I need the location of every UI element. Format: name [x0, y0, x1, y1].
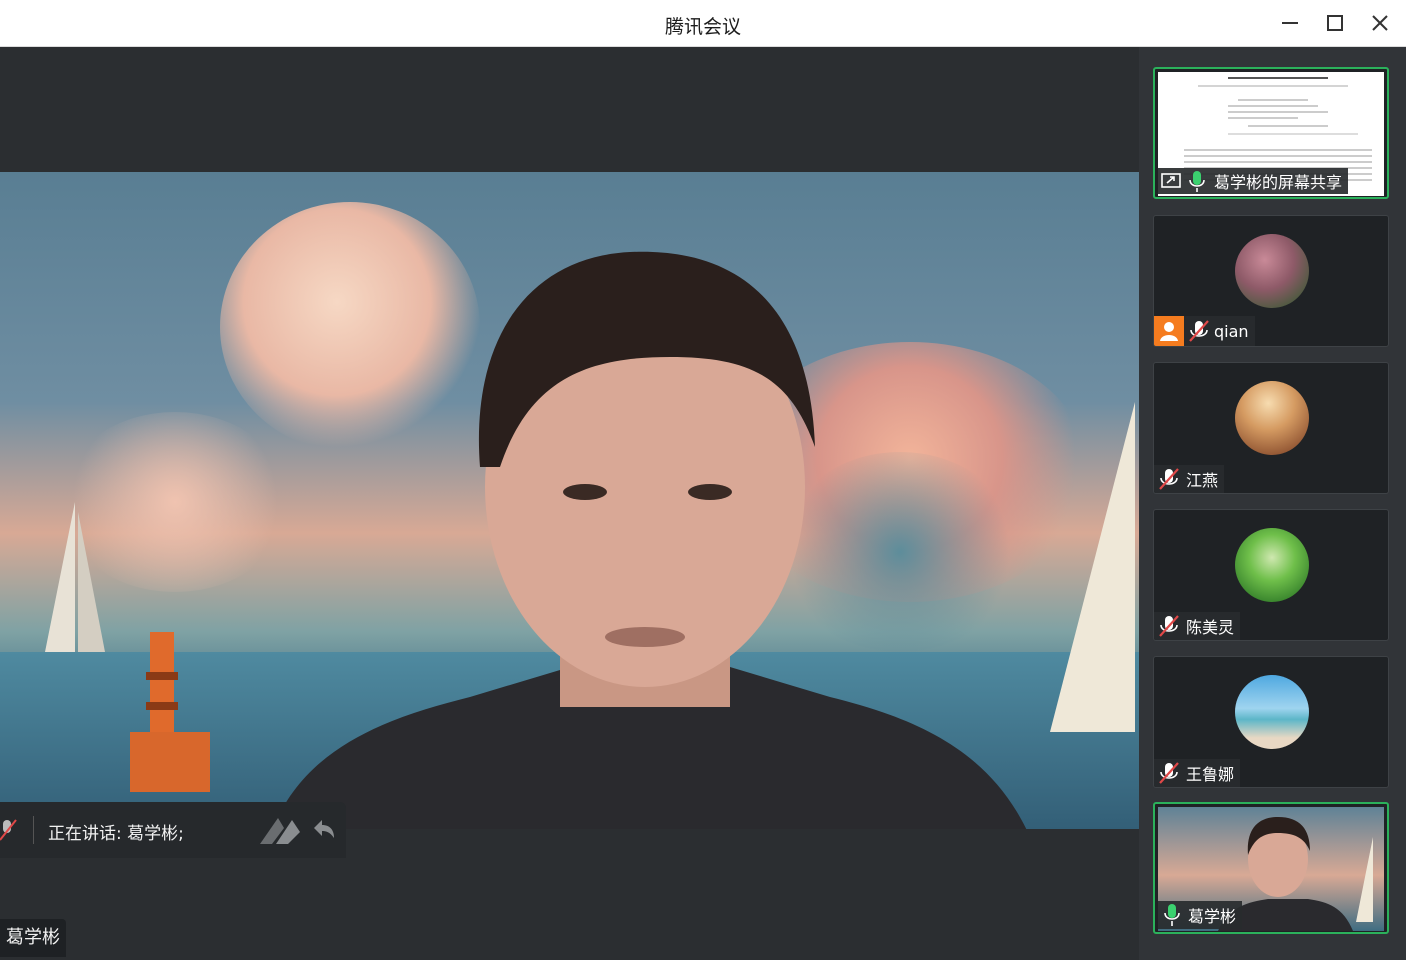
participant-name: 江燕	[1186, 471, 1219, 490]
participant-name: 王鲁娜	[1186, 765, 1235, 784]
avatar	[1235, 675, 1309, 749]
participant-tile-qian[interactable]: qian	[1153, 215, 1389, 347]
participant-label: 葛学彬	[1158, 901, 1243, 929]
host-badge-icon	[1154, 316, 1184, 346]
mic-off-icon[interactable]	[0, 818, 20, 842]
close-button[interactable]	[1363, 8, 1397, 38]
avatar	[1235, 234, 1309, 308]
presenter-name-badge: 葛学彬	[0, 919, 66, 957]
participant-tile-wangluna[interactable]: 王鲁娜	[1153, 656, 1389, 788]
sailboat-decoration	[1050, 402, 1135, 732]
participant-label: 江燕	[1154, 465, 1225, 493]
divider	[33, 816, 34, 844]
participant-list: 葛学彬的屏幕共享 qian 江燕 陈美灵 王鲁娜 葛学彬	[1139, 47, 1406, 960]
title-bar: 腾讯会议	[0, 0, 1406, 47]
main-video[interactable]	[0, 172, 1139, 829]
mic-on-icon	[1164, 904, 1180, 926]
minimize-icon	[1282, 22, 1298, 24]
maximize-button[interactable]	[1318, 8, 1352, 38]
mic-off-icon	[1159, 468, 1179, 490]
close-icon	[1372, 15, 1388, 31]
participant-tile-screen-share[interactable]: 葛学彬的屏幕共享	[1153, 67, 1389, 199]
participant-label: qian	[1154, 316, 1255, 346]
annotation-tool-icon[interactable]	[258, 814, 304, 848]
sailboat-decoration	[45, 502, 105, 652]
participant-label: 王鲁娜	[1154, 759, 1241, 787]
participant-name: qian	[1214, 321, 1249, 341]
participant-name: 葛学彬的屏幕共享	[1214, 173, 1343, 192]
window-title: 腾讯会议	[664, 16, 741, 38]
presenter-video-person	[273, 251, 1027, 829]
participant-tile-jiangyan[interactable]: 江燕	[1153, 362, 1389, 494]
maximize-icon	[1327, 15, 1343, 31]
participant-name: 陈美灵	[1186, 618, 1235, 637]
mic-off-icon	[1159, 615, 1179, 637]
mic-on-icon	[1189, 171, 1205, 192]
participant-label: 葛学彬的屏幕共享	[1158, 168, 1349, 194]
participant-label: 陈美灵	[1154, 612, 1241, 640]
speaking-indicator-bar: 正在讲话: 葛学彬;	[0, 802, 346, 858]
minimize-button[interactable]	[1273, 8, 1307, 38]
speaking-label: 正在讲话: 葛学彬;	[48, 824, 184, 844]
mic-off-icon	[1189, 320, 1209, 342]
avatar	[1235, 528, 1309, 602]
participant-tile-gexuebin[interactable]: 葛学彬	[1153, 802, 1389, 934]
participant-name: 葛学彬	[1188, 907, 1237, 926]
screen-share-icon	[1161, 173, 1181, 188]
main-video-area: 正在讲话: 葛学彬; 葛学彬	[0, 47, 1139, 960]
buoy-decoration	[130, 632, 210, 792]
mic-off-icon	[1159, 762, 1179, 784]
participant-tile-chenmeiling[interactable]: 陈美灵	[1153, 509, 1389, 641]
undo-icon[interactable]	[308, 816, 338, 846]
avatar	[1235, 381, 1309, 455]
